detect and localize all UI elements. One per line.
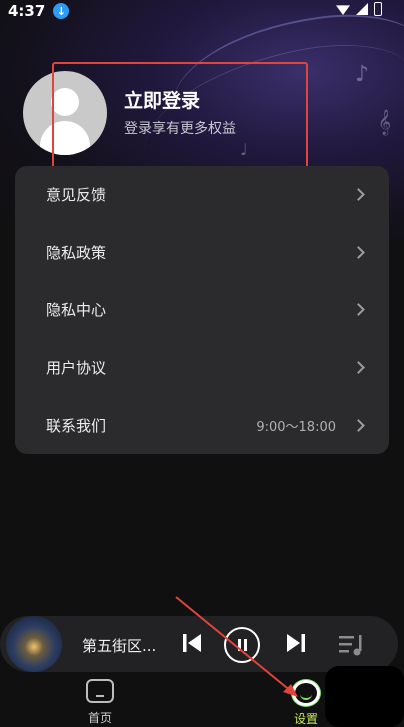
wifi-icon bbox=[336, 5, 350, 15]
chevron-right-icon bbox=[352, 246, 365, 259]
nav-home-label: 首页 bbox=[87, 711, 112, 725]
menu-item-privacy-center[interactable]: 隐私中心 bbox=[15, 281, 389, 339]
menu-item-contact-us[interactable]: 联系我们 9:00～18:00 bbox=[15, 396, 389, 454]
menu-item-label: 隐私中心 bbox=[46, 301, 107, 320]
chevron-right-icon bbox=[352, 418, 365, 432]
nav-home[interactable]: 首页 bbox=[80, 676, 120, 727]
redaction-block bbox=[325, 666, 404, 727]
battery-icon bbox=[374, 2, 382, 16]
status-bar: 4:37 ↓ bbox=[0, 0, 404, 22]
chevron-right-icon bbox=[352, 188, 365, 202]
annotation-highlight-box bbox=[52, 62, 308, 174]
menu-item-label: 意见反馈 bbox=[46, 186, 107, 205]
service-hours: 9:00～18:00 bbox=[256, 419, 336, 435]
download-icon: ↓ bbox=[53, 3, 70, 19]
settings-icon bbox=[292, 680, 320, 706]
signal-icon bbox=[356, 3, 368, 15]
music-note-icon: ♪ bbox=[355, 62, 370, 87]
track-title[interactable]: 第五街区... bbox=[82, 635, 156, 656]
treble-clef-icon: 𝄞 bbox=[378, 110, 392, 135]
nav-settings[interactable]: 设置 bbox=[285, 676, 327, 727]
status-icons bbox=[336, 2, 382, 16]
nav-settings-label: 设置 bbox=[293, 712, 318, 726]
menu-item-label: 隐私政策 bbox=[46, 243, 107, 262]
playlist-icon[interactable] bbox=[338, 633, 366, 657]
menu-item-label: 用户协议 bbox=[46, 359, 107, 378]
menu-item-privacy-policy[interactable]: 隐私政策 bbox=[15, 224, 389, 282]
settings-menu: 意见反馈 隐私政策 隐私中心 用户协议 联系我们 9:00～18:00 bbox=[15, 166, 389, 454]
next-track-icon[interactable] bbox=[285, 632, 307, 654]
pause-button[interactable] bbox=[224, 627, 260, 663]
album-art[interactable] bbox=[6, 616, 62, 672]
chevron-right-icon bbox=[352, 361, 365, 374]
menu-item-label: 联系我们 bbox=[46, 416, 107, 435]
menu-item-feedback[interactable]: 意见反馈 bbox=[15, 166, 389, 224]
previous-track-icon[interactable] bbox=[181, 632, 203, 654]
status-time: 4:37 bbox=[8, 2, 46, 20]
home-icon bbox=[86, 679, 114, 703]
chevron-right-icon bbox=[352, 303, 365, 317]
mini-player[interactable]: 第五街区... bbox=[0, 616, 398, 672]
menu-item-user-agreement[interactable]: 用户协议 bbox=[15, 339, 389, 397]
